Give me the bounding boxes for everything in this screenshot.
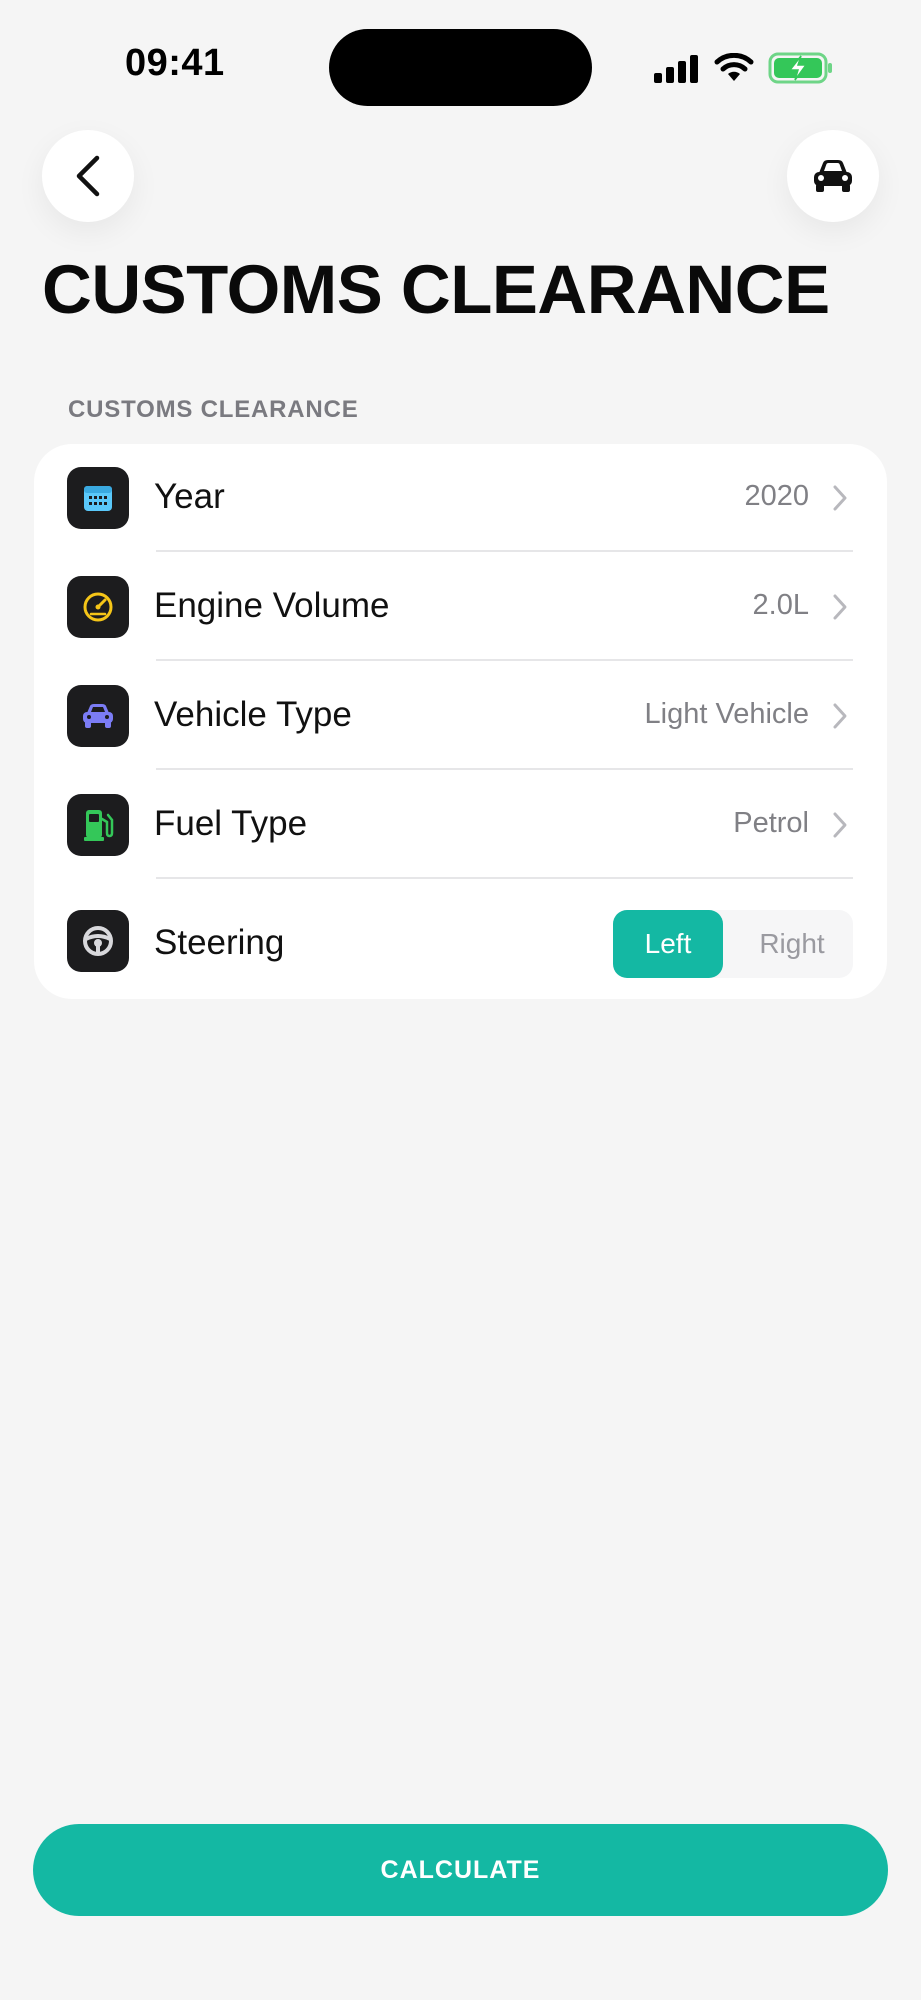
chevron-right-icon: [833, 485, 847, 511]
steering-wheel-icon: [67, 910, 129, 972]
settings-card: Year 2020 Engine Volume 2.0L Vehicle Typ…: [34, 444, 887, 999]
divider: [156, 768, 853, 770]
cellular-signal-icon: [654, 55, 698, 83]
chevron-right-icon: [833, 812, 847, 838]
chevron-right-icon: [833, 703, 847, 729]
year-value: 2020: [744, 480, 809, 512]
steering-right-option[interactable]: Right: [737, 910, 847, 978]
divider: [156, 550, 853, 552]
car-icon: [814, 160, 852, 192]
year-row[interactable]: Year 2020: [34, 444, 887, 552]
fuel-type-value: Petrol: [733, 807, 809, 839]
status-bar: 09:41: [0, 0, 921, 120]
steering-row: Steering Left Right: [34, 880, 887, 999]
vehicle-type-value: Light Vehicle: [644, 698, 809, 730]
engine-volume-label: Engine Volume: [154, 586, 390, 625]
vehicle-type-row[interactable]: Vehicle Type Light Vehicle: [34, 662, 887, 770]
divider: [156, 877, 853, 879]
calculate-button[interactable]: CALCULATE: [33, 1824, 888, 1916]
calendar-icon: [67, 467, 129, 529]
steering-label: Steering: [154, 923, 285, 962]
wifi-icon: [714, 53, 754, 81]
back-button[interactable]: [42, 130, 134, 222]
status-time: 09:41: [125, 42, 225, 84]
fuel-pump-icon: [67, 794, 129, 856]
steering-left-option[interactable]: Left: [613, 910, 723, 978]
fuel-type-row[interactable]: Fuel Type Petrol: [34, 771, 887, 879]
section-label: CUSTOMS CLEARANCE: [68, 396, 359, 423]
status-icons: [652, 48, 834, 88]
car-icon: [67, 685, 129, 747]
dynamic-island: [329, 29, 592, 106]
fuel-type-label: Fuel Type: [154, 804, 308, 843]
chevron-right-icon: [833, 594, 847, 620]
vehicle-button[interactable]: [787, 130, 879, 222]
vehicle-type-label: Vehicle Type: [154, 695, 352, 734]
chevron-left-icon: [76, 155, 100, 197]
year-label: Year: [154, 477, 225, 516]
engine-volume-value: 2.0L: [752, 589, 809, 621]
page-title: CUSTOMS CLEARANCE: [42, 251, 830, 328]
speedometer-icon: [67, 576, 129, 638]
steering-segmented-control: Left Right: [613, 910, 853, 978]
battery-charging-icon: [768, 52, 832, 84]
engine-volume-row[interactable]: Engine Volume 2.0L: [34, 553, 887, 661]
divider: [156, 659, 853, 661]
